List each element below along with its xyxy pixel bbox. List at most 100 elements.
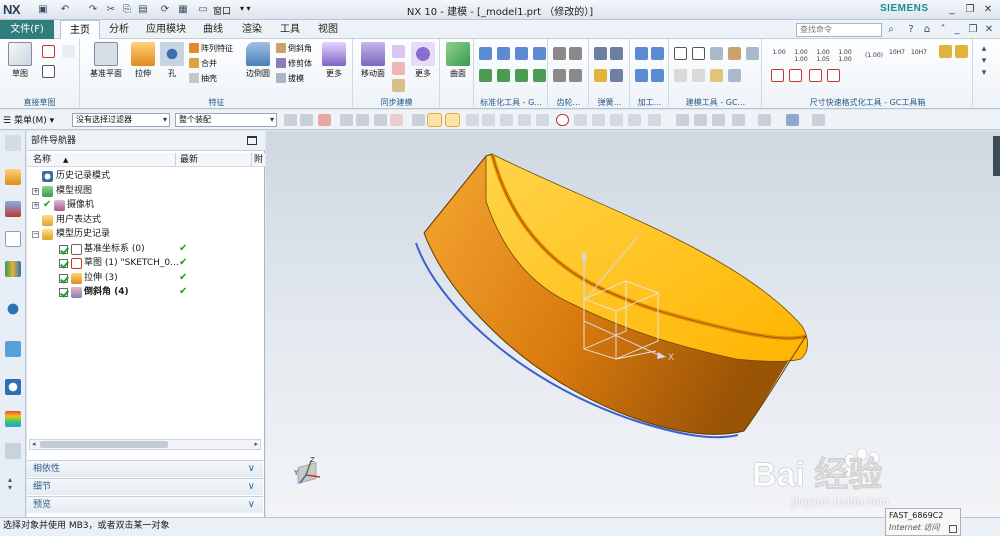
dim-format-4[interactable]: 1.00 1.00 <box>835 49 855 63</box>
gear-edit-icon[interactable] <box>553 69 566 82</box>
snap-settings-icon[interactable] <box>648 114 661 126</box>
move-face-button[interactable]: 移动面 <box>356 42 390 79</box>
dim-format-2[interactable]: 1.00 1.00 <box>791 49 811 63</box>
window-menu-dropdown-icon[interactable]: ▾ ▾ <box>240 4 251 13</box>
dim-radius-icon[interactable] <box>789 69 802 82</box>
dim-tolerance-icon[interactable] <box>939 45 952 58</box>
part-navigator-icon[interactable] <box>5 231 21 247</box>
doc-minimize-icon[interactable]: _ <box>950 23 964 36</box>
command-search-input[interactable]: 查找命令 <box>796 23 882 37</box>
existing-point-icon[interactable] <box>592 114 605 126</box>
endpoint-snap-icon[interactable] <box>466 114 479 126</box>
mill-icon[interactable] <box>635 47 648 60</box>
measure-icon[interactable] <box>674 69 687 82</box>
offset-region-icon[interactable] <box>392 62 405 75</box>
close-button[interactable]: ✕ <box>980 2 996 17</box>
tree-item-history-mode[interactable]: 历史记录模式 <box>27 169 252 184</box>
select-curve-icon[interactable] <box>374 114 387 126</box>
gear-icon[interactable] <box>553 47 566 60</box>
render-style-icon[interactable] <box>758 114 771 126</box>
chamfer-button[interactable]: 倒斜角 <box>276 43 312 55</box>
menu-button[interactable]: ☰ 菜单(M) ▾ <box>3 113 54 126</box>
tab-home[interactable]: 主页 <box>60 20 100 39</box>
collapse-icon[interactable]: − <box>32 231 39 238</box>
scroll-right-icon[interactable]: ▸ <box>254 440 258 449</box>
touch-mode-icon[interactable]: ▦ <box>176 3 190 16</box>
panel-preview[interactable]: 预览 ∨ <box>27 496 263 513</box>
triangle-icon[interactable] <box>674 47 687 60</box>
scroll-left-icon[interactable]: ◂ <box>32 440 36 449</box>
zoom-icon[interactable] <box>712 114 725 126</box>
ream-icon[interactable] <box>651 69 664 82</box>
std-pin-icon[interactable] <box>479 69 492 82</box>
surface-button[interactable]: 曲面 <box>441 42 475 79</box>
tree-item-user-expressions[interactable]: 用户表达式 <box>27 213 252 228</box>
face-icon[interactable] <box>710 47 723 60</box>
rotate-view-icon[interactable] <box>694 114 707 126</box>
visibility-checkbox[interactable] <box>59 273 68 283</box>
select-all-icon[interactable] <box>340 114 353 126</box>
tab-tools[interactable]: 工具 <box>272 20 308 39</box>
selection-filter-dropdown[interactable]: 没有选择过滤器 <box>72 113 170 127</box>
arc-center-icon[interactable] <box>556 114 569 126</box>
sort-asc-icon[interactable]: ▲ <box>63 153 68 167</box>
window-switch-icon[interactable]: ▭ <box>196 3 210 16</box>
more-feature-button[interactable]: 更多 <box>317 42 351 79</box>
cut-icon[interactable]: ✂ <box>104 3 118 16</box>
dim-format-5[interactable]: (1.00) <box>863 52 885 59</box>
process-studio-icon[interactable] <box>5 443 21 459</box>
more-sync-button[interactable]: 更多 <box>406 42 440 79</box>
std-rivet-icon[interactable] <box>533 69 546 82</box>
view-style-icon[interactable] <box>786 114 799 126</box>
spring-edit-icon[interactable] <box>610 47 623 60</box>
std-part-icon[interactable] <box>479 47 492 60</box>
redo-icon[interactable]: ↷ <box>86 3 100 16</box>
graphics-window[interactable]: Y X Z Y <box>266 131 1000 517</box>
quadrant-icon[interactable] <box>536 114 549 126</box>
assembly-scope-dropdown[interactable]: 整个装配 <box>175 113 277 127</box>
save-icon[interactable]: ▣ <box>36 3 50 16</box>
more-view-icon[interactable] <box>812 114 825 126</box>
draft-button[interactable]: 拔模 <box>276 73 304 85</box>
select-face-icon[interactable] <box>318 114 331 126</box>
expand-icon[interactable]: + <box>32 187 39 195</box>
spring-disc-icon[interactable] <box>594 69 607 82</box>
resbar-scroll-icon[interactable]: ▴ ▾ <box>8 476 12 492</box>
tap-icon[interactable] <box>635 69 648 82</box>
reuse-library-icon[interactable] <box>5 261 21 277</box>
visibility-checkbox[interactable] <box>59 288 68 297</box>
table-icon[interactable] <box>692 69 705 82</box>
select-edge-icon[interactable] <box>390 114 403 126</box>
select-general-icon[interactable] <box>284 114 297 126</box>
window-menu[interactable]: 窗口 <box>213 4 231 17</box>
tree-item-cameras[interactable]: + ✔ 摄像机 <box>27 198 252 213</box>
clock-icon[interactable] <box>5 379 21 395</box>
body-icon[interactable] <box>728 47 741 60</box>
undo-icon[interactable]: ↶ <box>58 3 72 16</box>
restore-button[interactable]: ❐ <box>962 2 978 17</box>
control-point-icon[interactable] <box>500 114 513 126</box>
midpoint-snap-icon[interactable] <box>482 114 495 126</box>
visibility-checkbox[interactable] <box>59 244 68 254</box>
minimize-button[interactable]: _ <box>944 2 960 17</box>
std-key-icon[interactable] <box>497 69 510 82</box>
shaded-with-edges-icon[interactable] <box>427 113 442 127</box>
column-extra[interactable]: 附 <box>254 153 263 167</box>
drill-icon[interactable] <box>651 47 664 60</box>
doc-close-icon[interactable]: ✕ <box>982 23 996 36</box>
maximize-icon[interactable] <box>247 136 257 145</box>
select-body-icon[interactable] <box>356 114 369 126</box>
color-icon[interactable] <box>710 69 723 82</box>
badge-close-icon[interactable] <box>949 525 957 533</box>
dim-format-3[interactable]: 1.00 1.05 <box>813 49 833 63</box>
panel-details[interactable]: 细节 ∨ <box>27 478 263 495</box>
ribbon-collapse-icon[interactable]: ⌂ <box>920 23 934 36</box>
snap-point-icon[interactable] <box>445 113 460 127</box>
dim-clear-icon[interactable] <box>827 69 840 82</box>
shell-button[interactable]: 抽壳 <box>189 73 217 85</box>
scrollbar-thumb[interactable] <box>40 441 168 448</box>
std-nut-icon[interactable] <box>515 47 528 60</box>
gear-display-icon[interactable] <box>569 69 582 82</box>
expand-icon[interactable]: + <box>32 202 39 209</box>
copy-icon[interactable]: ⎘ <box>120 3 134 16</box>
